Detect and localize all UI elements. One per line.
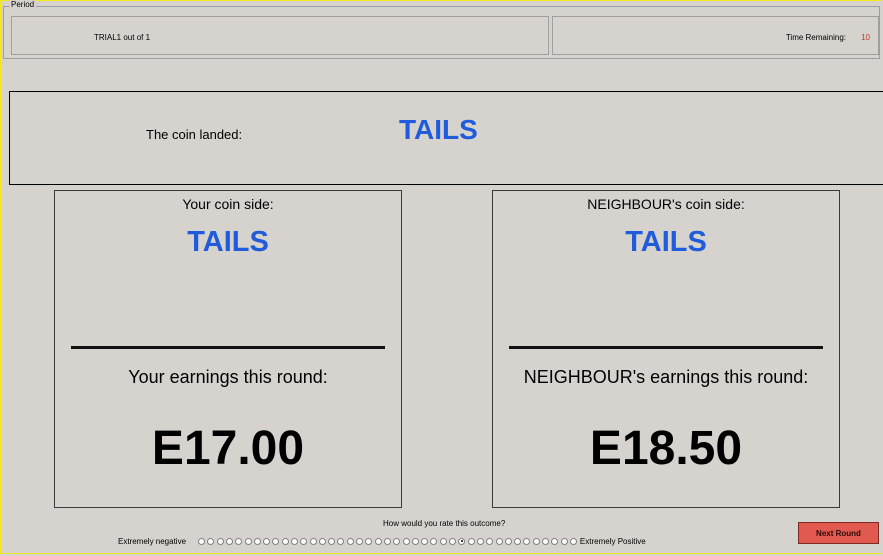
neighbour-divider [509,346,823,349]
rating-radio-option[interactable] [486,537,494,545]
rating-radio-option[interactable] [198,537,206,545]
rating-radio-option[interactable] [309,537,317,545]
your-earnings-label: Your earnings this round: [128,367,328,387]
rating-scale: Extremely negative Extremely Positive [118,535,646,547]
neighbour-coin-side-label: NEIGHBOUR's coin side: [587,196,745,212]
coin-landed-value: TAILS [399,114,478,145]
time-panel: Time Remaining: 10 [552,16,879,55]
rating-left-label: Extremely negative [118,536,187,546]
your-divider [71,346,385,349]
your-coin-side-value: TAILS [187,226,269,258]
rating-question: How would you rate this outcome? [383,519,506,528]
rating-radio-option[interactable] [300,537,308,545]
coin-landed-label: The coin landed: [146,127,243,142]
rating-radio-group [198,537,577,545]
rating-radio-option[interactable] [318,537,326,545]
rating-radio-option[interactable] [365,537,373,545]
rating-radio-option[interactable] [542,537,550,545]
rating-radio-option[interactable] [504,537,512,545]
neighbour-earnings-value: E18.50 [589,422,743,475]
rating-radio-option[interactable] [337,537,345,545]
period-group: Period TRIAL1 out of 1 Time Remaining: 1… [3,0,880,59]
rating-radio-option[interactable] [411,537,419,545]
rating-radio-option[interactable] [272,537,280,545]
your-earnings-value: E17.00 [151,422,305,475]
rating-radio-option[interactable] [328,537,336,545]
rating-radio-option[interactable] [383,537,391,545]
rating-radio-option[interactable] [346,537,354,545]
rating-radio-option[interactable] [467,537,475,545]
time-remaining-label: Time Remaining: [785,33,846,42]
period-legend: Period [9,0,37,9]
your-coin-box: Your coin side: TAILS Your earnings this… [54,190,402,508]
rating-radio-option[interactable] [495,537,503,545]
rating-radio-option[interactable] [569,537,577,545]
rating-radio-option[interactable] [356,537,364,545]
trial-text: TRIAL1 out of 1 [94,33,151,42]
rating-radio-option[interactable] [393,537,401,545]
rating-radio-option[interactable] [449,537,457,545]
rating-radio-option[interactable] [476,537,484,545]
rating-radio-option[interactable] [439,537,447,545]
rating-radio-option[interactable] [458,537,466,545]
neighbour-earnings-label: NEIGHBOUR's earnings this round: [523,367,809,387]
your-coin-side-label: Your coin side: [182,196,274,212]
rating-radio-option[interactable] [402,537,410,545]
rating-radio-option[interactable] [523,537,531,545]
rating-radio-option[interactable] [216,537,224,545]
rating-radio-option[interactable] [281,537,289,545]
coin-landed-panel: The coin landed: TAILS [9,91,883,185]
trial-panel: TRIAL1 out of 1 [11,16,549,55]
rating-radio-option[interactable] [374,537,382,545]
rating-right-label: Extremely Positive [579,536,646,546]
rating-radio-option[interactable] [551,537,559,545]
rating-radio-option[interactable] [514,537,522,545]
neighbour-coin-box: NEIGHBOUR's coin side: TAILS NEIGHBOUR's… [492,190,840,508]
rating-radio-option[interactable] [421,537,429,545]
rating-radio-option[interactable] [225,537,233,545]
rating-radio-option[interactable] [235,537,243,545]
rating-radio-option[interactable] [560,537,568,545]
rating-radio-option[interactable] [207,537,215,545]
time-remaining-value: 10 [861,33,870,42]
rating-radio-option[interactable] [291,537,298,545]
next-round-button[interactable]: Next Round [798,522,879,544]
rating-radio-option[interactable] [532,537,540,545]
rating-radio-option[interactable] [430,537,438,545]
rating-radio-option[interactable] [263,537,271,545]
rating-radio-option[interactable] [253,537,261,545]
neighbour-coin-side-value: TAILS [625,226,707,258]
rating-radio-option[interactable] [244,537,252,545]
